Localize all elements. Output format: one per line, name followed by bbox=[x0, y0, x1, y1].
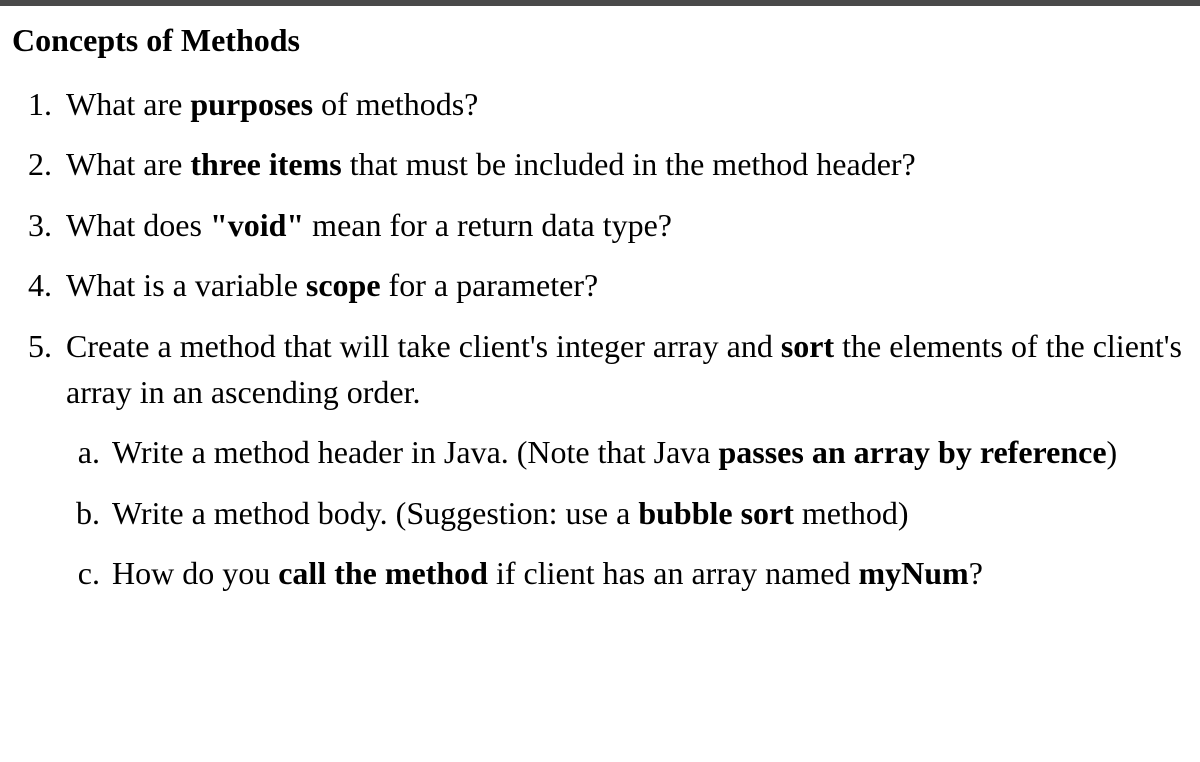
q5b-bold-1: bubble sort bbox=[638, 495, 794, 531]
q3-bold-1: "void" bbox=[210, 207, 304, 243]
q4-text-2: for a parameter? bbox=[381, 267, 599, 303]
question-5b: Write a method body. (Suggestion: use a … bbox=[108, 490, 1188, 536]
question-2: What are three items that must be includ… bbox=[60, 141, 1188, 187]
q2-text-1: What are bbox=[66, 146, 190, 182]
q5c-text-2: if client has an array named bbox=[488, 555, 859, 591]
q5c-text-1: How do you bbox=[112, 555, 278, 591]
q5-bold-1: sort bbox=[781, 328, 834, 364]
q5-text-1: Create a method that will take client's … bbox=[66, 328, 781, 364]
question-5-sublist: Write a method header in Java. (Note tha… bbox=[66, 429, 1188, 596]
q4-text-1: What is a variable bbox=[66, 267, 306, 303]
q3-text-2: mean for a return data type? bbox=[304, 207, 672, 243]
q5a-bold-1: passes an array by reference bbox=[718, 434, 1106, 470]
question-3: What does "void" mean for a return data … bbox=[60, 202, 1188, 248]
question-list: What are purposes of methods? What are t… bbox=[12, 81, 1188, 597]
q5b-text-2: method) bbox=[794, 495, 909, 531]
q3-text-1: What does bbox=[66, 207, 210, 243]
q4-bold-1: scope bbox=[306, 267, 381, 303]
q1-bold-1: purposes bbox=[190, 86, 313, 122]
q1-text-1: What are bbox=[66, 86, 190, 122]
question-4: What is a variable scope for a parameter… bbox=[60, 262, 1188, 308]
question-5c: How do you call the method if client has… bbox=[108, 550, 1188, 596]
q5c-bold-1: call the method bbox=[278, 555, 488, 591]
q2-bold-1: three items bbox=[190, 146, 341, 182]
q5a-text-2: ) bbox=[1107, 434, 1118, 470]
question-5: Create a method that will take client's … bbox=[60, 323, 1188, 597]
q5a-text-1: Write a method header in Java. (Note tha… bbox=[112, 434, 718, 470]
q1-text-2: of methods? bbox=[313, 86, 478, 122]
q5c-text-3: ? bbox=[969, 555, 983, 591]
q5b-text-1: Write a method body. (Suggestion: use a bbox=[112, 495, 638, 531]
question-5a: Write a method header in Java. (Note tha… bbox=[108, 429, 1188, 475]
page-title: Concepts of Methods bbox=[12, 22, 1188, 59]
q2-text-2: that must be included in the method head… bbox=[342, 146, 916, 182]
document-page: Concepts of Methods What are purposes of… bbox=[0, 6, 1200, 623]
q5c-bold-2: myNum bbox=[858, 555, 968, 591]
question-1: What are purposes of methods? bbox=[60, 81, 1188, 127]
